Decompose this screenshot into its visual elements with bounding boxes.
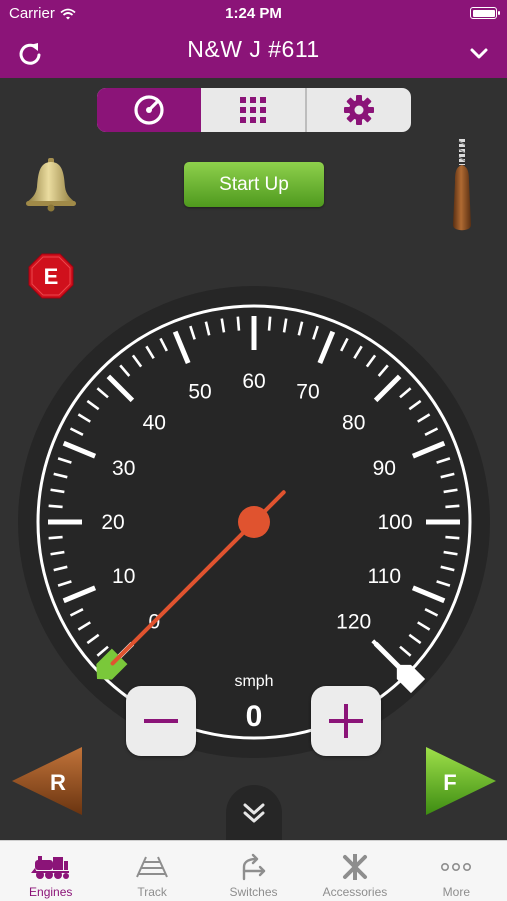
speed-unit-label: smph	[234, 673, 273, 690]
gear-icon	[344, 95, 374, 125]
battery-icon	[470, 7, 500, 19]
plus-icon	[329, 704, 363, 738]
tick-label: 40	[143, 411, 166, 434]
tab-accessories[interactable]: Accessories	[304, 841, 405, 901]
tick-label: 120	[336, 611, 371, 634]
view-segmented-control	[97, 88, 411, 132]
status-time: 1:24 PM	[225, 5, 282, 22]
bell-icon[interactable]	[24, 157, 78, 212]
locomotive-icon	[30, 856, 69, 879]
minor-tick	[267, 316, 272, 331]
tick-label: 100	[377, 511, 412, 534]
page-title: N&W J #611	[187, 36, 320, 62]
segment-keypad[interactable]	[201, 88, 307, 132]
current-speed-readout: 0	[246, 700, 263, 733]
tab-more[interactable]: More	[406, 841, 507, 901]
tab-label: Track	[137, 885, 167, 899]
tick-label: 70	[296, 381, 319, 404]
tab-switches[interactable]: Switches	[203, 841, 304, 901]
reverse-direction-button[interactable]: R	[10, 745, 85, 817]
tab-label: Accessories	[322, 885, 388, 899]
start-up-button[interactable]: Start Up	[184, 162, 324, 207]
minor-tick	[236, 316, 241, 331]
minus-icon	[144, 719, 178, 723]
double-chevron-down-icon	[243, 803, 265, 823]
tab-label: More	[442, 885, 470, 899]
tab-bar: Engines Track Switches Accessories More	[0, 840, 507, 901]
speedometer-gauge: 0102030405060708090100110120 smph 0	[18, 286, 490, 758]
speedometer-icon	[134, 95, 164, 125]
segment-settings[interactable]	[307, 88, 411, 132]
keypad-grid-icon	[240, 97, 266, 123]
needle-hub	[238, 506, 270, 538]
reverse-label: R	[50, 770, 66, 795]
tick-label: 20	[101, 511, 124, 534]
whistle-icon[interactable]	[443, 137, 481, 237]
tab-label: Switches	[229, 885, 278, 899]
tick-label: 30	[112, 457, 135, 480]
tick-label: 60	[242, 370, 265, 393]
tab-track[interactable]: Track	[101, 841, 202, 901]
minor-tick	[48, 535, 63, 540]
collapse-panel-button[interactable]	[226, 785, 282, 841]
tick-label: 50	[188, 381, 211, 404]
track-icon	[136, 856, 169, 878]
tab-engines[interactable]: Engines	[0, 841, 101, 901]
minor-tick	[445, 504, 460, 509]
status-bar: Carrier 1:24 PM	[0, 0, 507, 26]
decrease-speed-button[interactable]	[126, 686, 196, 756]
switches-icon	[242, 853, 265, 881]
tab-label: Engines	[29, 885, 73, 899]
accessories-icon	[342, 854, 367, 880]
tick-label: 110	[368, 565, 401, 588]
minor-tick	[445, 535, 460, 540]
tick-label: 90	[373, 457, 396, 480]
segment-speedometer[interactable]	[97, 88, 201, 132]
minor-tick	[48, 504, 63, 509]
forward-direction-button[interactable]: F	[423, 745, 498, 817]
more-dots-icon	[441, 862, 472, 872]
forward-label: F	[443, 770, 456, 795]
app-header: Carrier 1:24 PM N&W J #611	[0, 0, 507, 78]
chevron-down-icon[interactable]	[467, 42, 491, 64]
tick-label: 80	[342, 411, 365, 434]
increase-speed-button[interactable]	[311, 686, 381, 756]
tick-label: 10	[112, 565, 135, 588]
